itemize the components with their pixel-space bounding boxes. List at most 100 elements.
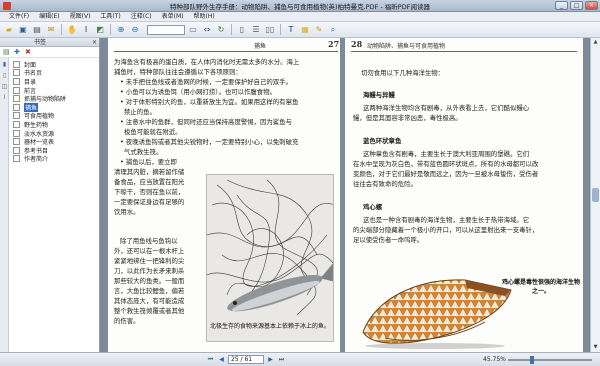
- menu-comments[interactable]: 注释(C): [126, 12, 157, 21]
- next-page-icon[interactable]: ▶: [266, 355, 275, 364]
- last-page-icon[interactable]: ⏭: [277, 355, 286, 364]
- zoom-input[interactable]: [147, 24, 185, 35]
- body-line: 言，大鱼比较鲤鱼，偏若: [114, 287, 185, 295]
- print-icon[interactable]: ▤: [31, 24, 43, 36]
- body-line: 鳗，但是其面容非常凶恶，毒性极高。: [353, 114, 462, 122]
- page-icon: [13, 95, 20, 103]
- bookmark-item[interactable]: 书名页: [13, 69, 66, 77]
- document-viewer[interactable]: 捕鱼 27 为海鱼含有极高的蛋白质，在人体内消化时无需太多的水分。海上 捕鱼时，…: [100, 38, 590, 352]
- close-panel-icon[interactable]: ×: [92, 38, 97, 47]
- bookmarks-tab-icon[interactable]: ▮: [1, 60, 8, 69]
- zoom-out-icon[interactable]: ⊖: [129, 24, 141, 36]
- pages-tab-icon[interactable]: ▯: [1, 71, 8, 80]
- first-page-icon[interactable]: ⏮: [206, 355, 215, 364]
- body-line: 这两种海洋生物均含有剧毒，从外表看上去，它们酷似鳗心: [363, 104, 530, 112]
- menu-tools[interactable]: 工具(T): [95, 12, 125, 21]
- close-button[interactable]: ×: [585, 1, 598, 10]
- body-line: 饮用水。: [114, 208, 140, 216]
- page-right: 28 动物陷阱、捕鱼与可食用植物 切勿食用以下几种海洋生物： 海鳗与异鳗 这两种…: [345, 38, 583, 352]
- body-line: • 捕鱼以后，要立即: [120, 158, 177, 166]
- bookmark-item[interactable]: 抓捕与动物陷阱: [13, 94, 66, 103]
- section-title: 海鳗与异鳗: [363, 91, 395, 99]
- page-header: 动物陷阱、捕鱼与可食用植物: [367, 43, 446, 50]
- page-icon: [13, 155, 20, 163]
- menu-help[interactable]: 帮助(H): [189, 12, 220, 21]
- body-line: • 对于体形特别大的鱼，以重新放生为宜。如果用这样的有窜鱼: [120, 98, 299, 106]
- email-icon[interactable]: ✉: [45, 24, 57, 36]
- page-icon: [13, 60, 20, 68]
- highlight-icon[interactable]: ✎: [313, 24, 325, 36]
- menu-file[interactable]: 文件(F): [4, 12, 34, 21]
- facing-icon[interactable]: ▯▯: [264, 24, 276, 36]
- zoom-slider[interactable]: [508, 356, 592, 364]
- select-text-icon[interactable]: I: [80, 24, 92, 36]
- rotate-icon[interactable]: ↻: [215, 24, 227, 36]
- add-bookmark-icon[interactable]: ✚: [14, 48, 22, 56]
- bookmark-item[interactable]: 淡水水资源: [13, 129, 66, 138]
- cone-shell-illustration: [362, 279, 512, 349]
- single-page-icon[interactable]: ▯: [236, 24, 248, 36]
- bookmark-item[interactable]: 目录: [13, 77, 66, 86]
- maximize-button[interactable]: □: [570, 1, 583, 10]
- body-line: 的伤害。: [114, 317, 140, 325]
- bookmark-tools: ▤ ✚ ✖: [0, 47, 99, 58]
- body-line: 切勿食用以下几种海洋生物：: [361, 69, 445, 77]
- photo-caption: 鸡心螺是毒性很强的海洋生物之一。: [501, 279, 580, 295]
- search-icon[interactable]: ⌕: [327, 24, 339, 36]
- toolbar-separator: [280, 24, 281, 35]
- bookmark-item[interactable]: 作者简介: [13, 155, 66, 163]
- fit-page-icon[interactable]: ▭: [187, 24, 199, 36]
- menu-view[interactable]: 视图(V): [65, 12, 96, 21]
- zoom-slider-knob[interactable]: [530, 356, 534, 364]
- layers-tab-icon[interactable]: ◫: [1, 82, 8, 91]
- zoom-in-icon[interactable]: ⊕: [115, 24, 127, 36]
- fish-net-photo: [206, 174, 334, 342]
- body-line: 这种章鱼含有剧毒，主要生长于澳大利亚周围的堡礁。它们: [363, 150, 530, 158]
- bookmark-item[interactable]: 野生药物: [13, 120, 66, 129]
- bookmark-item-selected[interactable]: 捕鱼: [13, 102, 66, 112]
- continuous-icon[interactable]: ☰: [250, 24, 262, 36]
- page-icon: [13, 77, 20, 85]
- body-line: 在水中呈现为灰白色，带有蓝色圆环状斑点，所有的水母都可以改: [353, 160, 539, 168]
- body-line: 往往会有致命的危险。: [353, 180, 417, 188]
- bookmark-item[interactable]: 器材一览表: [13, 137, 66, 146]
- toolbar-separator: [61, 24, 62, 35]
- delete-bookmark-icon[interactable]: ✖: [25, 48, 33, 56]
- prev-page-icon[interactable]: ◀: [217, 355, 226, 364]
- attachments-tab-icon[interactable]: ⌇: [1, 93, 8, 102]
- bookmark-item[interactable]: 可食用植物: [13, 112, 66, 120]
- page-icon: [13, 146, 20, 154]
- bookmark-item[interactable]: 前言: [13, 86, 66, 95]
- toolbar-separator: [110, 24, 111, 35]
- bookmark-item[interactable]: 参考书目: [13, 146, 66, 155]
- photo-caption: 北极生存的食物来源基本上依赖于冰上的鱼。: [209, 323, 330, 330]
- page-icon: [13, 129, 20, 137]
- minimize-button[interactable]: _: [555, 1, 568, 10]
- menu-forms[interactable]: 表单(M): [157, 12, 189, 21]
- body-line: 其体态庞大，有可能造成: [114, 297, 185, 305]
- panel-tab-strip: ▮ ▯ ◫ ⌇: [0, 58, 9, 352]
- scroll-thumb[interactable]: [592, 188, 599, 202]
- fit-width-icon[interactable]: ⇔: [201, 24, 213, 36]
- page-icon: [13, 112, 20, 120]
- typewriter-icon[interactable]: T: [285, 24, 297, 36]
- menu-bar: 文件(F) 编辑(E) 视图(V) 工具(T) 注释(C) 表单(M) 帮助(H…: [0, 12, 600, 22]
- menu-edit[interactable]: 编辑(E): [34, 12, 64, 21]
- scroll-up-icon[interactable]: ▲: [591, 38, 600, 47]
- bookmark-item[interactable]: 封面: [13, 60, 66, 69]
- bookmark-list: 封面 书名页 目录 前言 抓捕与动物陷阱 捕鱼 可食用植物 野生药物 淡水水资源…: [13, 60, 66, 163]
- note-icon[interactable]: ▦: [299, 24, 311, 36]
- scroll-down-icon[interactable]: ▼: [591, 343, 600, 352]
- bookmark-panel-title: 书签: [34, 39, 47, 46]
- snapshot-icon[interactable]: ◩: [94, 24, 106, 36]
- vertical-scrollbar[interactable]: ▲ ▼: [590, 38, 600, 352]
- body-line: 足以使受伤者一命呜呼。: [353, 236, 424, 244]
- body-line: 捕鱼时，特种部队往往会遵循以下各项原则：: [114, 68, 242, 76]
- expand-bookmark-icon[interactable]: ▤: [3, 48, 11, 56]
- hand-tool-icon[interactable]: ✋: [66, 24, 78, 36]
- status-bar: ⏮ ◀ 25 / 61 ▶ ⏭ 45.75%: [0, 352, 600, 366]
- open-icon[interactable]: ▰: [3, 24, 15, 36]
- save-icon[interactable]: ▣: [17, 24, 29, 36]
- page-number-input[interactable]: 25 / 61: [228, 355, 264, 364]
- toolbar: ▰ ▣ ▤ ✉ ✋ I ◩ ⊕ ⊖ ▭ ⇔ ↻ ▯ ☰ ▯▯ T ▦ ✎ ⌕: [0, 22, 600, 38]
